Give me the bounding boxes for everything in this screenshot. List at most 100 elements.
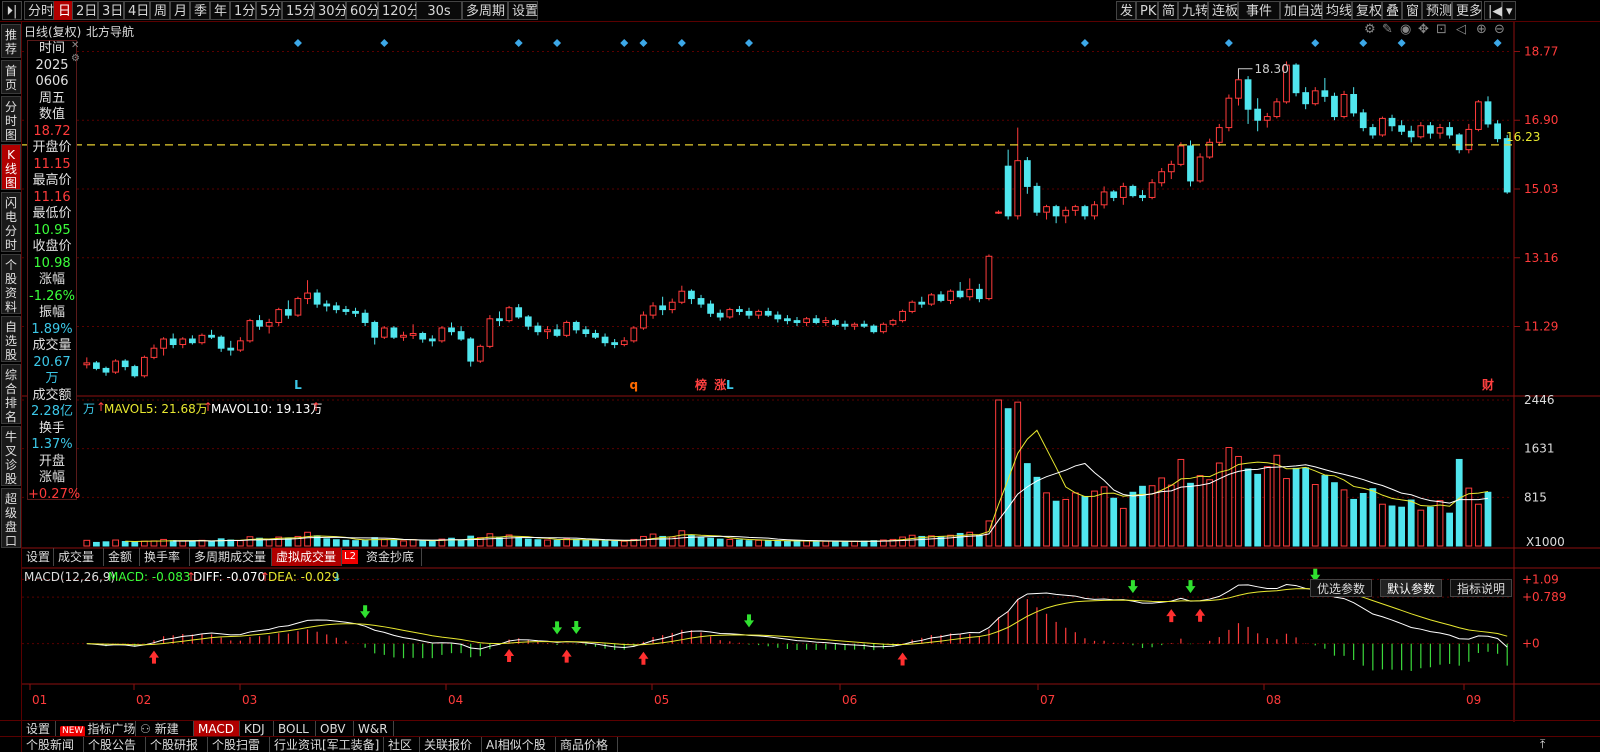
volume-bar[interactable] (1004, 408, 1012, 547)
death-cross-arrow-icon[interactable] (1127, 580, 1138, 594)
candle[interactable] (918, 301, 926, 305)
candle[interactable] (649, 305, 657, 316)
toolbar-tab-12[interactable]: 更多 (1452, 1, 1482, 20)
volume-bar[interactable] (496, 537, 503, 547)
candle[interactable] (755, 310, 762, 316)
candle[interactable] (371, 321, 379, 338)
candle[interactable] (764, 310, 772, 316)
volume-bar[interactable] (380, 538, 388, 547)
period-tab-5[interactable]: 周 (150, 1, 170, 20)
candle[interactable] (93, 362, 100, 369)
period-tab-16[interactable]: 多周期 (462, 1, 508, 20)
sub-tab-5[interactable]: 虚拟成交量 (272, 548, 342, 566)
volume-bar[interactable] (1475, 503, 1482, 547)
candle[interactable] (1215, 127, 1223, 143)
toolbar-tab-10[interactable]: 窗 (1402, 1, 1422, 20)
volume-bar[interactable] (150, 540, 158, 547)
left-tab-6[interactable]: 自选股 (1, 316, 21, 362)
candle[interactable] (246, 320, 254, 342)
event-marker[interactable]: 涨 (714, 377, 726, 392)
volume-bar[interactable] (1148, 485, 1156, 547)
event-diamond-icon[interactable] (639, 39, 648, 47)
period-tab-3[interactable]: 3日 (98, 1, 124, 20)
left-tab-1[interactable]: 首页 (1, 60, 21, 94)
candle[interactable] (899, 310, 906, 322)
death-cross-arrow-icon[interactable] (744, 614, 755, 628)
event-marker[interactable]: L (726, 378, 734, 392)
volume-bar[interactable] (323, 538, 331, 547)
left-tab-0[interactable]: 推荐 (1, 24, 21, 58)
news-tab-1[interactable]: 个股公告 (84, 737, 146, 752)
volume-bar[interactable] (812, 540, 820, 547)
volume-bar[interactable] (1110, 497, 1118, 547)
volume-bar[interactable] (851, 540, 858, 547)
candle[interactable] (985, 255, 993, 300)
volume-bar[interactable] (803, 540, 810, 547)
candle[interactable] (582, 329, 590, 334)
candle[interactable] (1129, 185, 1137, 197)
volume-bar[interactable] (236, 540, 244, 547)
toolbar-tab-8[interactable]: 复权 (1352, 1, 1382, 20)
period-tab-17[interactable]: 设置 (508, 1, 538, 20)
candle[interactable] (131, 366, 139, 377)
candle[interactable] (956, 290, 964, 298)
event-diamond-icon[interactable] (514, 39, 523, 47)
candle[interactable] (640, 314, 647, 329)
candle[interactable] (448, 327, 455, 333)
volume-bar[interactable] (342, 539, 350, 547)
volume-bar[interactable] (1119, 507, 1127, 547)
volume-bar[interactable] (582, 539, 590, 547)
candle[interactable] (851, 323, 858, 327)
candle[interactable] (352, 310, 359, 314)
volume-bar[interactable] (784, 540, 791, 547)
news-tab-5[interactable]: 社区 (384, 737, 420, 752)
volume-bar[interactable] (121, 541, 129, 547)
candle[interactable] (1043, 206, 1050, 213)
candle[interactable] (188, 338, 196, 344)
period-tab-8[interactable]: 年 (210, 1, 230, 20)
zoom-in-icon[interactable]: ⊕ (1476, 22, 1487, 37)
kline-chart[interactable]: 18.7716.9015.0313.1611.2916.2318.30L q 榜涨 L… (22, 22, 1600, 722)
candle[interactable] (620, 340, 628, 346)
candle[interactable] (1302, 92, 1310, 105)
candle[interactable] (236, 340, 244, 351)
toolbar-tab-4[interactable]: 连板 (1208, 1, 1238, 20)
candle[interactable] (745, 310, 753, 316)
candle[interactable] (457, 331, 465, 340)
volume-bar[interactable] (793, 540, 801, 547)
volume-bar[interactable] (1129, 491, 1137, 547)
candle[interactable] (1350, 94, 1358, 114)
pen-icon[interactable]: ✎ (1382, 22, 1393, 37)
toolbar-tab-2[interactable]: 简 (1158, 1, 1178, 20)
sub-tab-7[interactable]: 资金抄底 (362, 548, 422, 566)
volume-bar[interactable] (1014, 401, 1022, 547)
news-tab-7[interactable]: AI相似个股 (482, 737, 556, 752)
candle[interactable] (400, 334, 407, 338)
sub-tab-4[interactable]: 多周期成交量 (190, 548, 272, 566)
death-cross-arrow-icon[interactable] (571, 621, 582, 635)
volume-bar[interactable] (457, 539, 465, 547)
sub-tab-2[interactable]: 金额 (104, 548, 140, 566)
candle[interactable] (1455, 134, 1463, 151)
dropdown-icon[interactable]: ▾ (1502, 1, 1516, 20)
volume-bar[interactable] (1215, 462, 1223, 547)
toolbar-tab-0[interactable]: 发 (1116, 1, 1136, 20)
candle[interactable] (1427, 125, 1434, 134)
period-tab-13[interactable]: 60分 (346, 1, 380, 20)
volume-bar[interactable] (572, 538, 580, 547)
volume-bar[interactable] (736, 539, 743, 547)
candle[interactable] (419, 332, 427, 340)
volume-bar[interactable] (592, 540, 599, 547)
candle[interactable] (112, 360, 119, 373)
candle[interactable] (716, 312, 724, 318)
volume-bar[interactable] (371, 537, 379, 547)
candle[interactable] (1052, 206, 1060, 217)
candle[interactable] (1100, 191, 1108, 206)
volume-bar[interactable] (1225, 447, 1233, 547)
left-tab-9[interactable]: 超级盘口 (1, 488, 21, 548)
candle[interactable] (1004, 165, 1012, 217)
period-tab-2[interactable]: 2日 (72, 1, 98, 20)
volume-bar[interactable] (899, 536, 906, 547)
candle[interactable] (544, 329, 551, 333)
volume-bar[interactable] (995, 399, 1002, 547)
